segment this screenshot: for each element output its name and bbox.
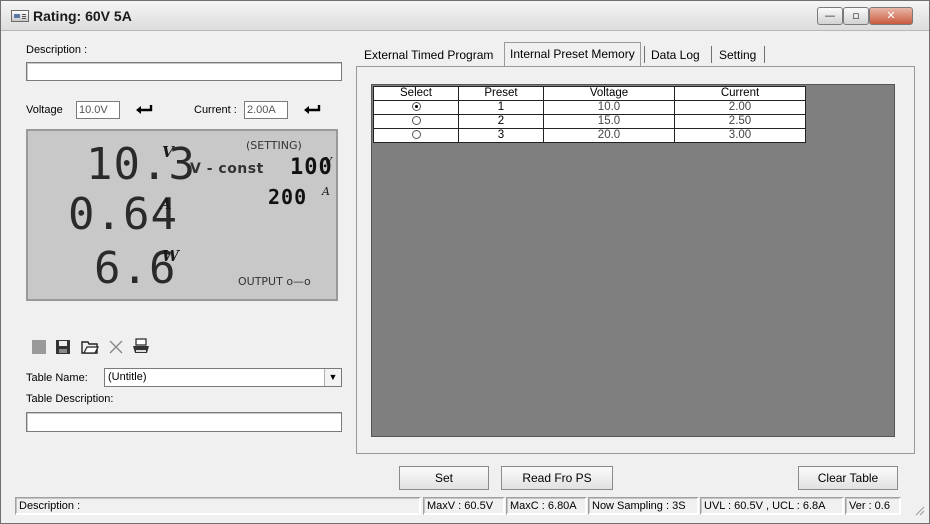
voltage-cell[interactable]: 15.0 (543, 114, 675, 129)
preset-radio-selected[interactable] (411, 102, 421, 112)
maximize-button[interactable]: ▫ (843, 7, 869, 25)
column-header-select[interactable]: Select (373, 86, 459, 101)
status-bar: Description : MaxV : 60.5V MaxC : 6.80A … (1, 495, 929, 517)
lcd-setting-label: (SETTING) (246, 139, 302, 152)
lcd-display: 10.3 V 0.64 A 6.6 W (SETTING) V - const … (26, 129, 338, 301)
app-icon (11, 10, 29, 22)
table-name-value: (Untitle) (108, 371, 147, 383)
main-window: Rating: 60V 5A — ▫ ✕ Description : Volta… (0, 0, 930, 524)
description-field[interactable] (26, 62, 342, 81)
description-label: Description : (26, 44, 88, 56)
table-row[interactable]: 2 15.0 2.50 (373, 114, 806, 129)
voltage-enter-icon[interactable] (135, 104, 153, 116)
table-name-label: Table Name: (26, 372, 88, 384)
lcd-current-unit: A (160, 195, 172, 213)
current-cell[interactable]: 2.50 (674, 114, 806, 129)
preset-radio[interactable] (411, 116, 421, 126)
open-folder-icon[interactable] (81, 338, 99, 356)
status-max-current: MaxC : 6.80A (506, 497, 587, 515)
current-cell[interactable]: 3.00 (674, 128, 806, 143)
status-max-voltage: MaxV : 60.5V (423, 497, 505, 515)
tab-separator (644, 46, 645, 63)
table-name-combobox[interactable]: (Untitle) ▼ (104, 368, 342, 387)
status-version: Ver : 0.6 (845, 497, 901, 515)
tab-setting[interactable]: Setting (714, 44, 761, 66)
table-description-label: Table Description: (26, 393, 114, 405)
preset-cell: 2 (458, 114, 544, 129)
tab-internal-preset-memory[interactable]: Internal Preset Memory (504, 42, 641, 68)
tab-external-timed-program[interactable]: External Timed Program (359, 44, 498, 66)
delete-icon[interactable] (107, 338, 125, 356)
lcd-set-current: 200 (268, 185, 308, 209)
status-description: Description : (15, 497, 421, 515)
clear-table-button[interactable]: Clear Table (798, 466, 898, 490)
lcd-output-label: OUTPUT o—o (238, 275, 311, 288)
select-cell[interactable] (373, 128, 459, 143)
table-row[interactable]: 1 10.0 2.00 (373, 100, 806, 115)
new-icon[interactable] (30, 338, 48, 356)
lcd-mode-label: V - const (190, 161, 264, 177)
print-icon[interactable] (132, 338, 150, 356)
table-header-row: Select Preset Voltage Current (373, 86, 806, 101)
current-enter-icon[interactable] (303, 104, 321, 116)
lcd-voltage-unit: V (162, 143, 174, 161)
lcd-set-current-unit: A (322, 185, 330, 198)
close-button[interactable]: ✕ (869, 7, 913, 25)
save-icon[interactable] (54, 338, 72, 356)
column-header-preset[interactable]: Preset (458, 86, 544, 101)
column-header-current[interactable]: Current (674, 86, 806, 101)
select-cell[interactable] (373, 100, 459, 115)
chevron-down-icon[interactable]: ▼ (324, 369, 341, 386)
voltage-cell[interactable]: 20.0 (543, 128, 675, 143)
column-header-voltage[interactable]: Voltage (543, 86, 675, 101)
set-button[interactable]: Set (399, 466, 489, 490)
read-from-ps-button[interactable]: Read Fro PS (501, 466, 613, 490)
status-limits: UVL : 60.5V , UCL : 6.8A (700, 497, 844, 515)
window-title: Rating: 60V 5A (33, 8, 132, 24)
current-field[interactable]: 2.00A (244, 101, 288, 119)
voltage-cell[interactable]: 10.0 (543, 100, 675, 115)
preset-cell: 3 (458, 128, 544, 143)
voltage-label: Voltage (26, 104, 63, 116)
status-sampling: Now Sampling : 3S (588, 497, 699, 515)
preset-radio[interactable] (411, 130, 421, 140)
current-label: Current : (194, 104, 237, 116)
current-cell[interactable]: 2.00 (674, 100, 806, 115)
tab-separator (711, 46, 712, 63)
preset-table: Select Preset Voltage Current 1 10.0 2.0… (373, 86, 806, 143)
lcd-set-voltage-unit: V (324, 155, 332, 168)
lcd-voltage-reading: 10.3 (86, 139, 196, 190)
voltage-field[interactable]: 10.0V (76, 101, 120, 119)
resize-grip-icon[interactable] (913, 504, 925, 516)
tab-data-log[interactable]: Data Log (646, 44, 705, 66)
select-cell[interactable] (373, 114, 459, 129)
table-description-field[interactable] (26, 412, 342, 432)
minimize-button[interactable]: — (817, 7, 843, 25)
preset-cell: 1 (458, 100, 544, 115)
title-bar[interactable]: Rating: 60V 5A — ▫ ✕ (1, 1, 929, 31)
lcd-power-unit: W (162, 247, 179, 265)
tab-separator (764, 46, 765, 63)
table-row[interactable]: 3 20.0 3.00 (373, 128, 806, 143)
